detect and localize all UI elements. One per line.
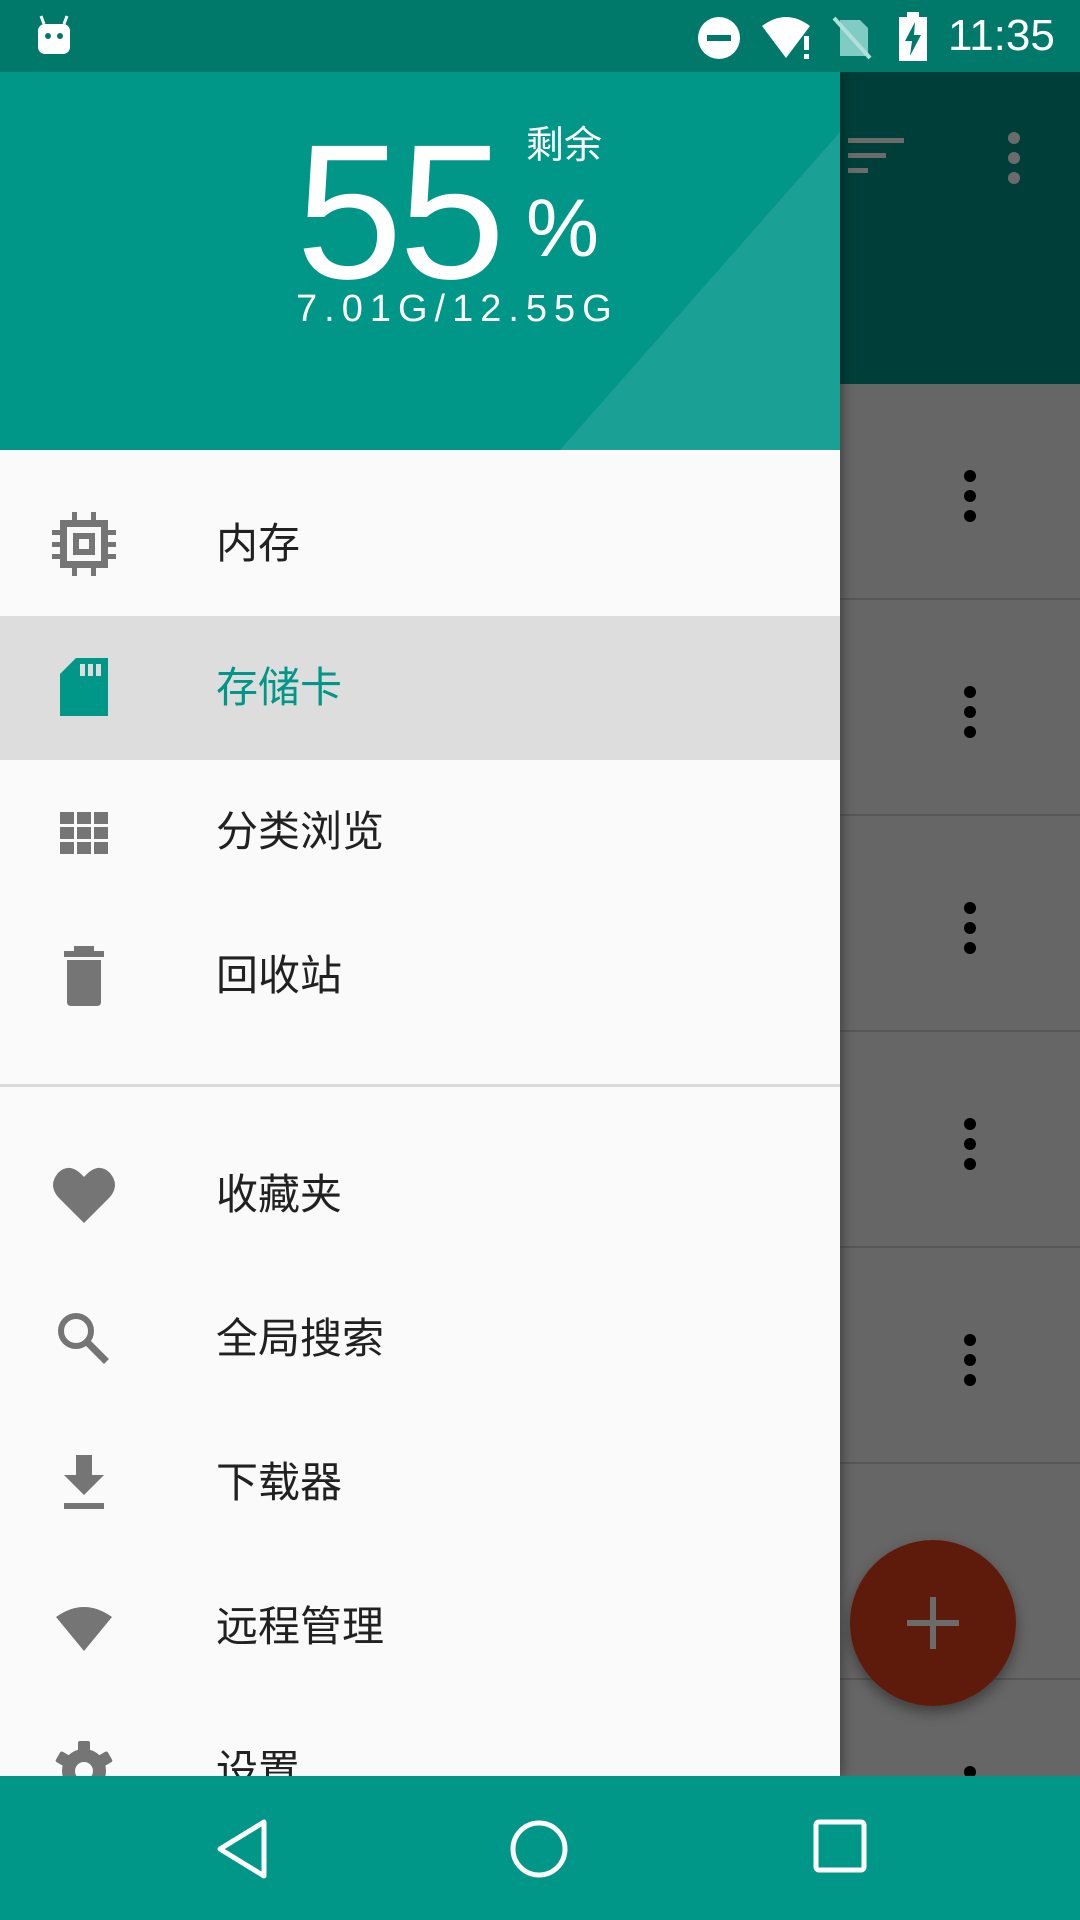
menu-divider <box>0 1084 840 1087</box>
menu-item-internal-storage[interactable]: 内存 <box>0 472 840 616</box>
menu-item-global-search[interactable]: 全局搜索 <box>0 1267 840 1411</box>
home-icon[interactable] <box>508 1818 570 1880</box>
menu-item-favorites[interactable]: 收藏夹 <box>0 1123 840 1267</box>
grid-icon <box>60 812 108 854</box>
search-icon <box>58 1313 109 1364</box>
heart-icon <box>53 1167 115 1223</box>
menu-item-label: 全局搜索 <box>216 1314 385 1363</box>
sd-card-icon <box>60 658 108 716</box>
menu-item-label: 内存 <box>216 519 301 568</box>
menu-item-remote-management[interactable]: 远程管理 <box>0 1555 840 1699</box>
storage-usage: 7.01G/12.55G <box>296 288 619 330</box>
drawer-header: 55 剩余 % 7.01G/12.55G <box>0 72 840 450</box>
back-icon[interactable] <box>212 1816 274 1882</box>
wifi-icon <box>762 17 811 59</box>
no-sim-icon <box>832 16 872 60</box>
menu-item-sd-card[interactable]: 存储卡 <box>0 616 840 760</box>
status-clock: 11:35 <box>948 11 1055 60</box>
menu-item-downloader[interactable]: 下载器 <box>0 1411 840 1555</box>
add-fab-button[interactable] <box>850 1540 1016 1706</box>
menu-item-label: 回收站 <box>216 951 343 1000</box>
system-nav-bar <box>0 1776 1080 1920</box>
wifi-wedge-icon <box>56 1607 112 1651</box>
do-not-disturb-icon <box>698 17 740 59</box>
download-icon <box>64 1455 104 1509</box>
trash-icon <box>64 946 104 1006</box>
menu-item-category-browse[interactable]: 分类浏览 <box>0 760 840 904</box>
settings-icon <box>55 1741 113 1776</box>
menu-item-label: 远程管理 <box>216 1602 385 1651</box>
android-icon <box>38 15 70 54</box>
memory-chip-icon <box>52 512 116 576</box>
menu-item-label: 收藏夹 <box>216 1170 343 1219</box>
menu-item-label: 下载器 <box>216 1458 343 1507</box>
menu-item-recycle-bin[interactable]: 回收站 <box>0 904 840 1048</box>
storage-percent-sign: % <box>526 183 599 274</box>
menu-item-label: 分类浏览 <box>216 807 385 856</box>
menu-item-label: 设置 <box>216 1746 301 1776</box>
battery-charging-icon <box>899 12 927 61</box>
storage-percent: 55 <box>296 104 506 319</box>
fab-scrim <box>850 1540 1016 1706</box>
menu-item-label: 存储卡 <box>216 663 343 712</box>
drawer-menu: 内存 存储卡 分类浏览 回收站 收藏夹 全局搜索 下载器 远程管理 设置 <box>0 472 840 1776</box>
menu-item-settings[interactable]: 设置 <box>0 1699 840 1776</box>
recents-icon[interactable] <box>812 1818 868 1874</box>
status-bar: 11:35 <box>0 0 1080 72</box>
navigation-drawer: 55 剩余 % 7.01G/12.55G 内存 存储卡 分类浏览 回收站 收藏夹… <box>0 72 840 1776</box>
storage-remaining-label: 剩余 <box>526 123 603 167</box>
